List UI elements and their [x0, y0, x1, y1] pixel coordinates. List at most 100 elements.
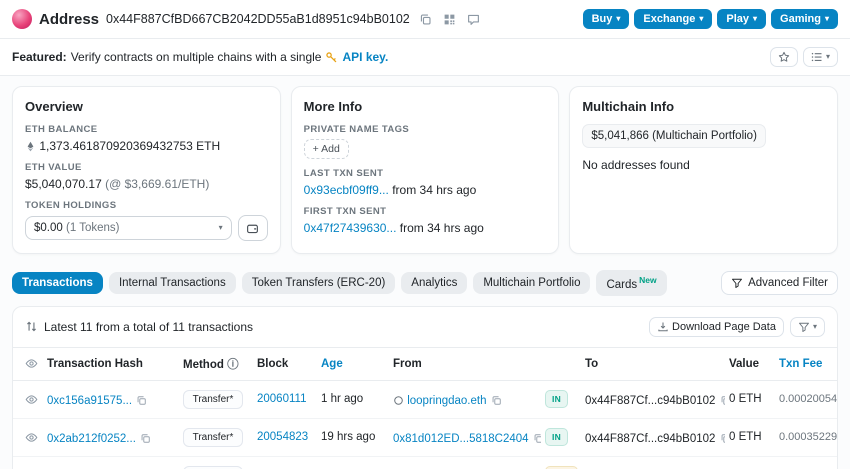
copy-to-button[interactable]: [719, 430, 725, 445]
multichain-card: Multichain Info $5,041,866 (Multichain P…: [569, 86, 838, 254]
add-name-tag-button[interactable]: + Add: [304, 139, 349, 159]
address-page: Address 0x44F887CfBD667CB2042DD55aB1d895…: [0, 0, 850, 469]
multichain-title: Multichain Info: [582, 99, 825, 114]
download-icon: [657, 321, 669, 333]
transactions-table: Transaction Hash Method ⓘ Block Age From…: [13, 347, 837, 469]
block-link[interactable]: 20060111: [257, 393, 306, 405]
eth-balance-text: 1,373.461870920369432753 ETH: [39, 139, 220, 153]
last-txn-hash-link[interactable]: 0x93ecbf09ff9...: [304, 183, 389, 197]
api-key-link[interactable]: API key.: [342, 50, 388, 64]
value-cell: 0 ETH: [725, 418, 775, 456]
token-value: $0.00: [34, 222, 63, 234]
col-hash-label: Transaction Hash: [47, 358, 143, 370]
row-eye-button[interactable]: [25, 392, 38, 407]
exchange-label: Exchange: [643, 13, 695, 25]
token-holdings-row: $0.00 (1 Tokens) ▾: [25, 215, 268, 241]
copy-from-button[interactable]: [490, 392, 503, 407]
chevron-down-icon: ▾: [616, 15, 620, 23]
block-link[interactable]: 20054823: [257, 431, 308, 443]
buy-button[interactable]: Buy▾: [583, 9, 630, 29]
eth-balance-label: ETH BALANCE: [25, 124, 268, 135]
wallet-icon: [246, 222, 259, 235]
first-txn-suffix: from 34 hrs ago: [400, 221, 484, 235]
multichain-portfolio-badge[interactable]: $5,041,866 (Multichain Portfolio): [582, 124, 766, 148]
key-icon: [325, 51, 338, 64]
copy-icon: [136, 395, 147, 406]
col-block: Block: [253, 347, 317, 380]
funnel-icon: [731, 277, 743, 289]
col-age-toggle[interactable]: Age: [321, 358, 343, 370]
col-value-label: Value: [729, 358, 759, 370]
last-txn-value: 0x93ecbf09ff9... from 34 hrs ago: [304, 183, 547, 197]
gaming-button[interactable]: Gaming▾: [771, 9, 838, 29]
col-transaction-hash: Transaction Hash: [43, 347, 179, 380]
copy-hash-button[interactable]: [139, 430, 152, 445]
method-badge: Transfer*: [183, 390, 243, 409]
copy-address-button[interactable]: [417, 11, 434, 28]
col-age: Age: [317, 347, 389, 380]
copy-to-button[interactable]: [719, 392, 725, 407]
header-actions: Buy▾ Exchange▾ Play▾ Gaming▾: [583, 9, 838, 29]
from-address-link[interactable]: 0x81d012ED...5818C2404: [393, 433, 529, 445]
list-icon: [811, 51, 823, 63]
tab-token-transfers[interactable]: Token Transfers (ERC-20): [242, 272, 396, 294]
comment-button[interactable]: [465, 11, 482, 28]
eye-icon: [25, 431, 38, 444]
buy-label: Buy: [592, 13, 613, 25]
ens-avatar-icon: [393, 395, 404, 406]
to-address-text: 0x44F887Cf...c94bB0102: [585, 395, 715, 407]
first-txn-label: FIRST TXN SENT: [304, 206, 547, 217]
view-options-button[interactable]: ▾: [803, 47, 838, 67]
tab-multichain-portfolio[interactable]: Multichain Portfolio: [473, 272, 590, 294]
col-to-label: To: [585, 358, 598, 370]
txn-hash-link[interactable]: 0x2ab212f0252...: [47, 433, 136, 445]
copy-hash-button[interactable]: [135, 392, 148, 407]
token-holdings-value: $0.00 (1 Tokens): [34, 222, 119, 234]
txn-hash-link[interactable]: 0xc156a91575...: [47, 395, 132, 407]
page-title: Address: [39, 11, 99, 28]
tab-cards[interactable]: CardsNew: [596, 270, 666, 296]
col-from: From: [389, 347, 541, 380]
tab-analytics[interactable]: Analytics: [401, 272, 467, 294]
transactions-panel: Latest 11 from a total of 11 transaction…: [12, 306, 838, 469]
eth-icon: [25, 141, 36, 152]
funnel-icon: [798, 321, 810, 333]
eth-value: $5,040,070.17 (@ $3,669.61/ETH): [25, 177, 268, 191]
tab-transactions[interactable]: Transactions: [12, 272, 103, 294]
tab-cards-label: Cards: [606, 279, 637, 291]
value-cell: 0 ETH: [725, 456, 775, 469]
multichain-empty-text: No addresses found: [582, 158, 825, 172]
col-from-label: From: [393, 358, 422, 370]
fee-cell: 0.00013405: [775, 456, 837, 469]
qr-code-button[interactable]: [441, 11, 458, 28]
copy-icon: [720, 433, 725, 444]
tab-bar: Transactions Internal Transactions Token…: [0, 258, 850, 306]
advanced-filter-button[interactable]: Advanced Filter: [721, 271, 838, 295]
copy-from-button[interactable]: [532, 430, 541, 445]
more-info-title: More Info: [304, 99, 547, 114]
info-icon[interactable]: ⓘ: [227, 359, 239, 371]
new-badge: New: [639, 275, 656, 285]
play-button[interactable]: Play▾: [717, 9, 766, 29]
favorite-button[interactable]: [770, 47, 798, 67]
tab-internal-transactions[interactable]: Internal Transactions: [109, 272, 236, 294]
last-txn-label: LAST TXN SENT: [304, 168, 547, 179]
first-txn-hash-link[interactable]: 0x47f27439630...: [304, 221, 397, 235]
token-holdings-dropdown[interactable]: $0.00 (1 Tokens) ▾: [25, 216, 232, 240]
col-fee-toggle[interactable]: Txn Fee: [779, 358, 822, 370]
wallet-button[interactable]: [238, 215, 268, 241]
eth-value-label: ETH VALUE: [25, 162, 268, 173]
download-page-data-button[interactable]: Download Page Data: [649, 317, 784, 337]
toggle-visibility-header-button[interactable]: [25, 356, 38, 371]
eye-icon: [25, 357, 38, 370]
col-value: Value: [725, 347, 775, 380]
from-address-link[interactable]: loopringdao.eth: [407, 395, 486, 407]
filter-dropdown-button[interactable]: ▾: [790, 317, 825, 337]
download-label: Download Page Data: [672, 321, 776, 333]
row-eye-button[interactable]: [25, 430, 38, 445]
copy-icon: [720, 395, 725, 406]
exchange-button[interactable]: Exchange▾: [634, 9, 712, 29]
page-body: Overview ETH BALANCE 1,373.4618709203694…: [0, 76, 850, 469]
age-cell: 34 hrs ago: [317, 456, 389, 469]
to-address-text: 0x44F887Cf...c94bB0102: [585, 433, 715, 445]
